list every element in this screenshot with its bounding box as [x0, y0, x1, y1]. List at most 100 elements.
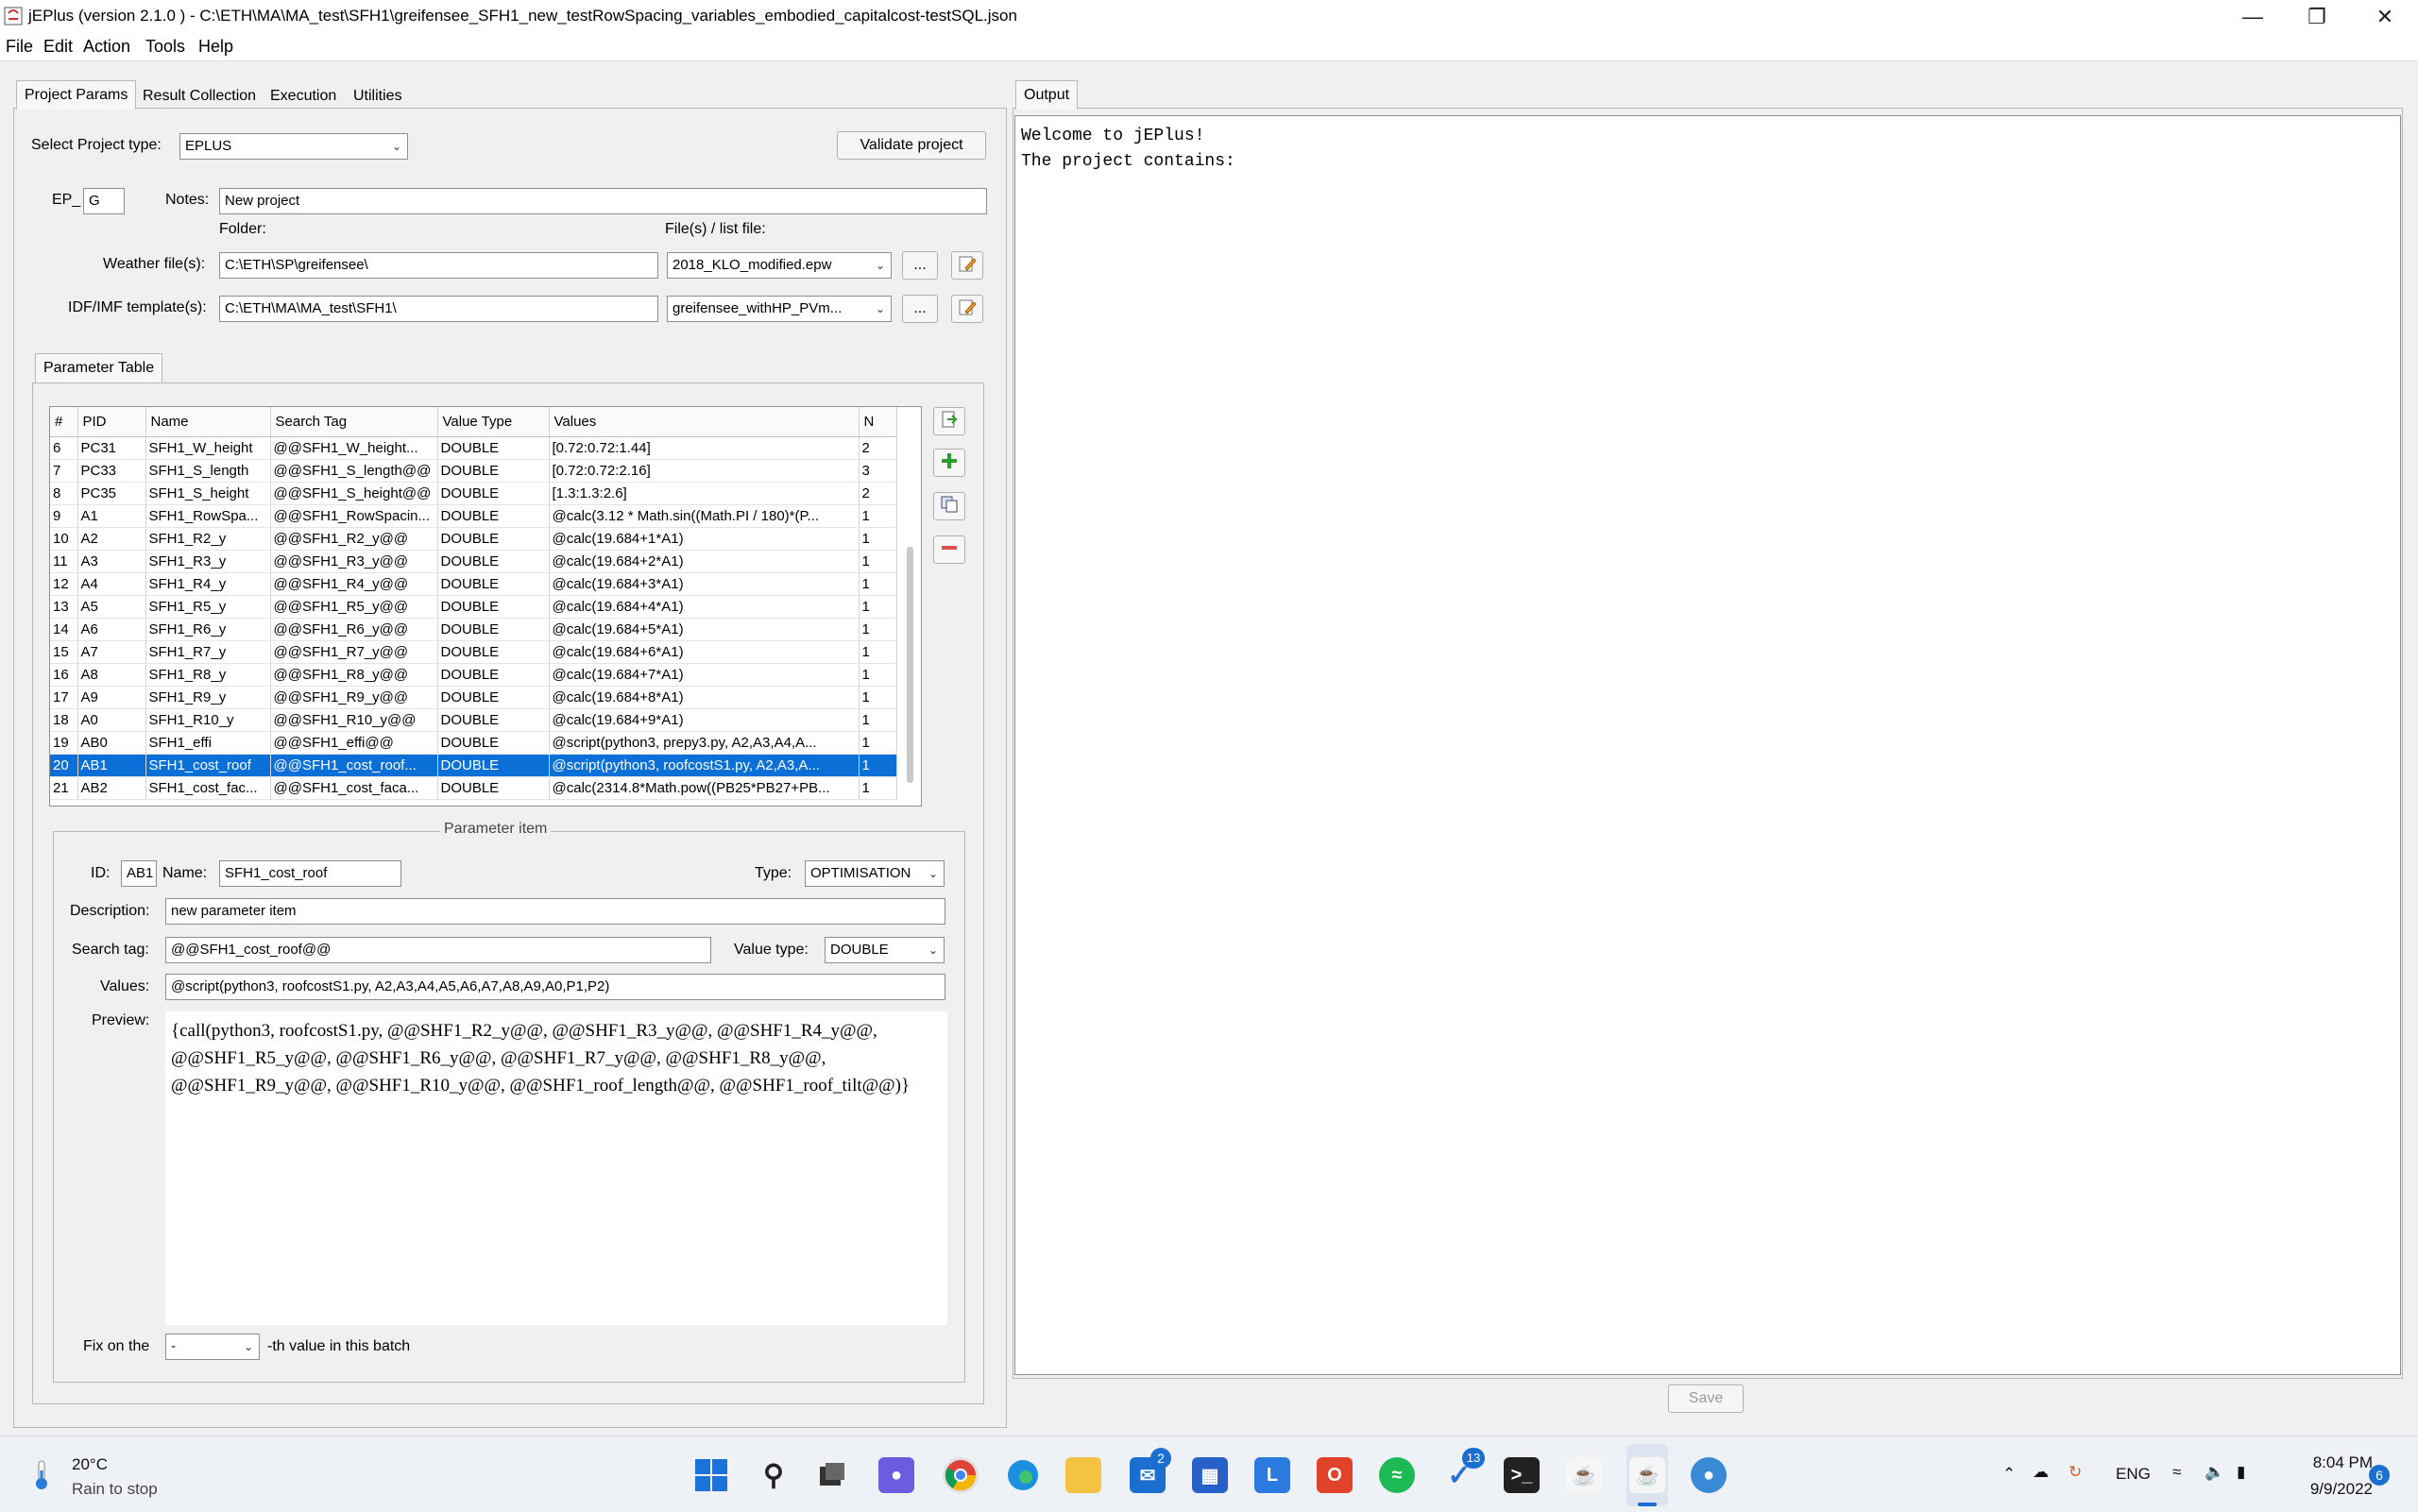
value-type-select[interactable]: DOUBLE ⌄	[825, 937, 945, 963]
table-row[interactable]: 21 AB2 SFH1_cost_fac... @@SFH1_cost_faca...…	[50, 776, 897, 800]
table-row[interactable]: 18 A0 SFH1_R10_y @@SFH1_R10_y@@ DOUBLE @calc(…	[50, 708, 897, 732]
copy-param-button[interactable]	[933, 492, 965, 520]
windows-start-icon[interactable]	[693, 1457, 729, 1493]
terminal-icon[interactable]: >_	[1504, 1457, 1540, 1493]
java-icon[interactable]: ☕	[1566, 1457, 1602, 1493]
output-console[interactable]: Welcome to jEPlus! The project contains:	[1014, 115, 2401, 1375]
menu-action[interactable]: Action	[83, 37, 130, 57]
volume-icon[interactable]: 🔈	[2205, 1463, 2224, 1482]
column-header[interactable]: Value Type	[437, 407, 550, 437]
menu-file[interactable]: File	[6, 37, 33, 57]
table-row[interactable]: 13 A5 SFH1_R5_y @@SFH1_R5_y@@ DOUBLE @calc(19…	[50, 595, 897, 619]
notification-badge[interactable]: 6	[2369, 1465, 2390, 1486]
battery-icon[interactable]: ▮	[2237, 1463, 2245, 1482]
table-cell: PC31	[77, 436, 146, 460]
search-tag-field[interactable]: @@SFH1_cost_roof@@	[165, 937, 711, 963]
weather-file-select[interactable]: 2018_KLO_modified.epw ⌄	[667, 252, 892, 279]
chevron-up-icon[interactable]: ⌃	[2002, 1465, 2016, 1484]
table-cell: 1	[859, 686, 897, 709]
weather-edit-button[interactable]	[951, 251, 983, 280]
tab-utilities[interactable]: Utilities	[346, 82, 410, 110]
table-row[interactable]: 11 A3 SFH1_R3_y @@SFH1_R3_y@@ DOUBLE @calc(19…	[50, 550, 897, 573]
table-row[interactable]: 9 A1 SFH1_RowSpa... @@SFH1_RowSpacin... DOUB…	[50, 504, 897, 528]
table-row[interactable]: 10 A2 SFH1_R2_y @@SFH1_R2_y@@ DOUBLE @calc(19…	[50, 527, 897, 551]
minimize-icon[interactable]: —	[2220, 0, 2286, 34]
clock-time[interactable]: 8:04 PM	[2291, 1453, 2373, 1472]
office-icon[interactable]: O	[1317, 1457, 1353, 1493]
fix-value-select[interactable]: - ⌄	[165, 1334, 260, 1360]
spotify-icon[interactable]: ≈	[1379, 1457, 1415, 1493]
language-indicator[interactable]: ENG	[2116, 1465, 2151, 1484]
table-row[interactable]: 17 A9 SFH1_R9_y @@SFH1_R9_y@@ DOUBLE @calc(19…	[50, 686, 897, 709]
tab-output[interactable]: Output	[1015, 80, 1079, 110]
clock-date[interactable]: 9/9/2022	[2284, 1480, 2373, 1499]
chrome-icon[interactable]	[943, 1457, 979, 1493]
task-view-icon[interactable]	[814, 1457, 850, 1493]
table-row[interactable]: 14 A6 SFH1_R6_y @@SFH1_R6_y@@ DOUBLE @calc(19…	[50, 618, 897, 641]
table-row[interactable]: 6 PC31 SFH1_W_height @@SFH1_W_height... DOUB…	[50, 436, 897, 460]
column-header[interactable]: PID	[77, 407, 146, 437]
paint-icon[interactable]: ●	[1691, 1457, 1727, 1493]
column-header[interactable]: N	[859, 407, 897, 437]
table-cell: 2	[859, 436, 897, 460]
type-select[interactable]: OPTIMISATION ⌄	[805, 860, 945, 887]
tab-project-params[interactable]: Project Params	[16, 80, 137, 110]
column-header[interactable]: Search Tag	[270, 407, 438, 437]
search-icon[interactable]: ⚲	[756, 1457, 792, 1493]
tab-parameter-table[interactable]: Parameter Table	[35, 353, 163, 382]
table-row[interactable]: 20 AB1 SFH1_cost_roof @@SFH1_cost_roof... DO…	[50, 754, 897, 777]
description-field[interactable]: new parameter item	[165, 898, 945, 925]
export-params-button[interactable]	[933, 407, 965, 435]
validate-project-button[interactable]: Validate project	[837, 131, 986, 160]
table-row[interactable]: 7 PC33 SFH1_S_length @@SFH1_S_length@@ DOUBL…	[50, 459, 897, 483]
tab-execution[interactable]: Execution	[263, 82, 344, 110]
weather-desc[interactable]: Rain to stop	[72, 1480, 158, 1499]
notes-field[interactable]: New project	[219, 188, 987, 214]
idf-edit-button[interactable]	[951, 295, 983, 323]
table-scrollbar[interactable]	[907, 547, 913, 783]
tab-result-collection[interactable]: Result Collection	[135, 82, 264, 110]
table-cell: 1	[859, 731, 897, 755]
weather-folder-field[interactable]: C:\ETH\SP\greifensee\	[219, 252, 658, 279]
table-row[interactable]: 15 A7 SFH1_R7_y @@SFH1_R7_y@@ DOUBLE @calc(19…	[50, 640, 897, 664]
menu-edit[interactable]: Edit	[43, 37, 73, 57]
table-cell: SFH1_R6_y	[145, 618, 271, 641]
file-explorer-icon[interactable]	[1065, 1457, 1101, 1493]
table-cell: 19	[50, 731, 78, 755]
sync-icon[interactable]: ↻	[2069, 1463, 2082, 1482]
weather-temp[interactable]: 20°C	[72, 1455, 108, 1474]
idf-folder-field[interactable]: C:\ETH\MA\MA_test\SFH1\	[219, 296, 658, 322]
close-icon[interactable]: ✕	[2352, 0, 2418, 34]
table-row[interactable]: 12 A4 SFH1_R4_y @@SFH1_R4_y@@ DOUBLE @calc(19…	[50, 572, 897, 596]
name-field[interactable]: SFH1_cost_roof	[219, 860, 401, 887]
table-row[interactable]: 8 PC35 SFH1_S_height @@SFH1_S_height@@ DOUBL…	[50, 482, 897, 505]
column-header[interactable]: Name	[145, 407, 271, 437]
teams-chat-icon[interactable]: ●	[878, 1457, 914, 1493]
l-app-icon[interactable]: L	[1254, 1457, 1290, 1493]
menu-tools[interactable]: Tools	[145, 37, 185, 57]
parameter-table[interactable]: # PID Name Search Tag Value Type Values N 6 PC3…	[49, 406, 922, 807]
column-header[interactable]: #	[50, 407, 78, 437]
remove-param-button[interactable]	[933, 535, 965, 564]
values-field[interactable]: @script(python3, roofcostS1.py, A2,A3,A4…	[165, 974, 945, 1000]
notes-label: Notes:	[165, 192, 210, 208]
project-type-select[interactable]: EPLUS ⌄	[179, 133, 408, 160]
weather-browse-button[interactable]: ...	[902, 251, 938, 280]
menu-help[interactable]: Help	[198, 37, 233, 57]
jeplus-java-icon[interactable]: ☕	[1629, 1457, 1665, 1493]
add-param-button[interactable]	[933, 449, 965, 477]
save-button[interactable]: Save	[1668, 1385, 1744, 1413]
idf-file-select[interactable]: greifensee_withHP_PVm... ⌄	[667, 296, 892, 322]
table-row[interactable]: 19 AB0 SFH1_effi @@SFH1_effi@@ DOUBLE @script…	[50, 731, 897, 755]
store-icon[interactable]: ▦	[1192, 1457, 1228, 1493]
column-header[interactable]: Values	[549, 407, 860, 437]
idf-browse-button[interactable]: ...	[902, 295, 938, 323]
edge-icon[interactable]	[1005, 1457, 1041, 1493]
table-row[interactable]: 16 A8 SFH1_R8_y @@SFH1_R8_y@@ DOUBLE @calc(19…	[50, 663, 897, 687]
wifi-icon[interactable]: ≈	[2172, 1463, 2181, 1482]
id-field[interactable]: AB1	[121, 860, 157, 887]
onedrive-icon[interactable]: ☁	[2033, 1463, 2049, 1482]
restore-icon[interactable]: ❐	[2284, 0, 2350, 34]
table-cell: 18	[50, 708, 78, 732]
ep-prefix-field[interactable]: G	[83, 188, 125, 214]
